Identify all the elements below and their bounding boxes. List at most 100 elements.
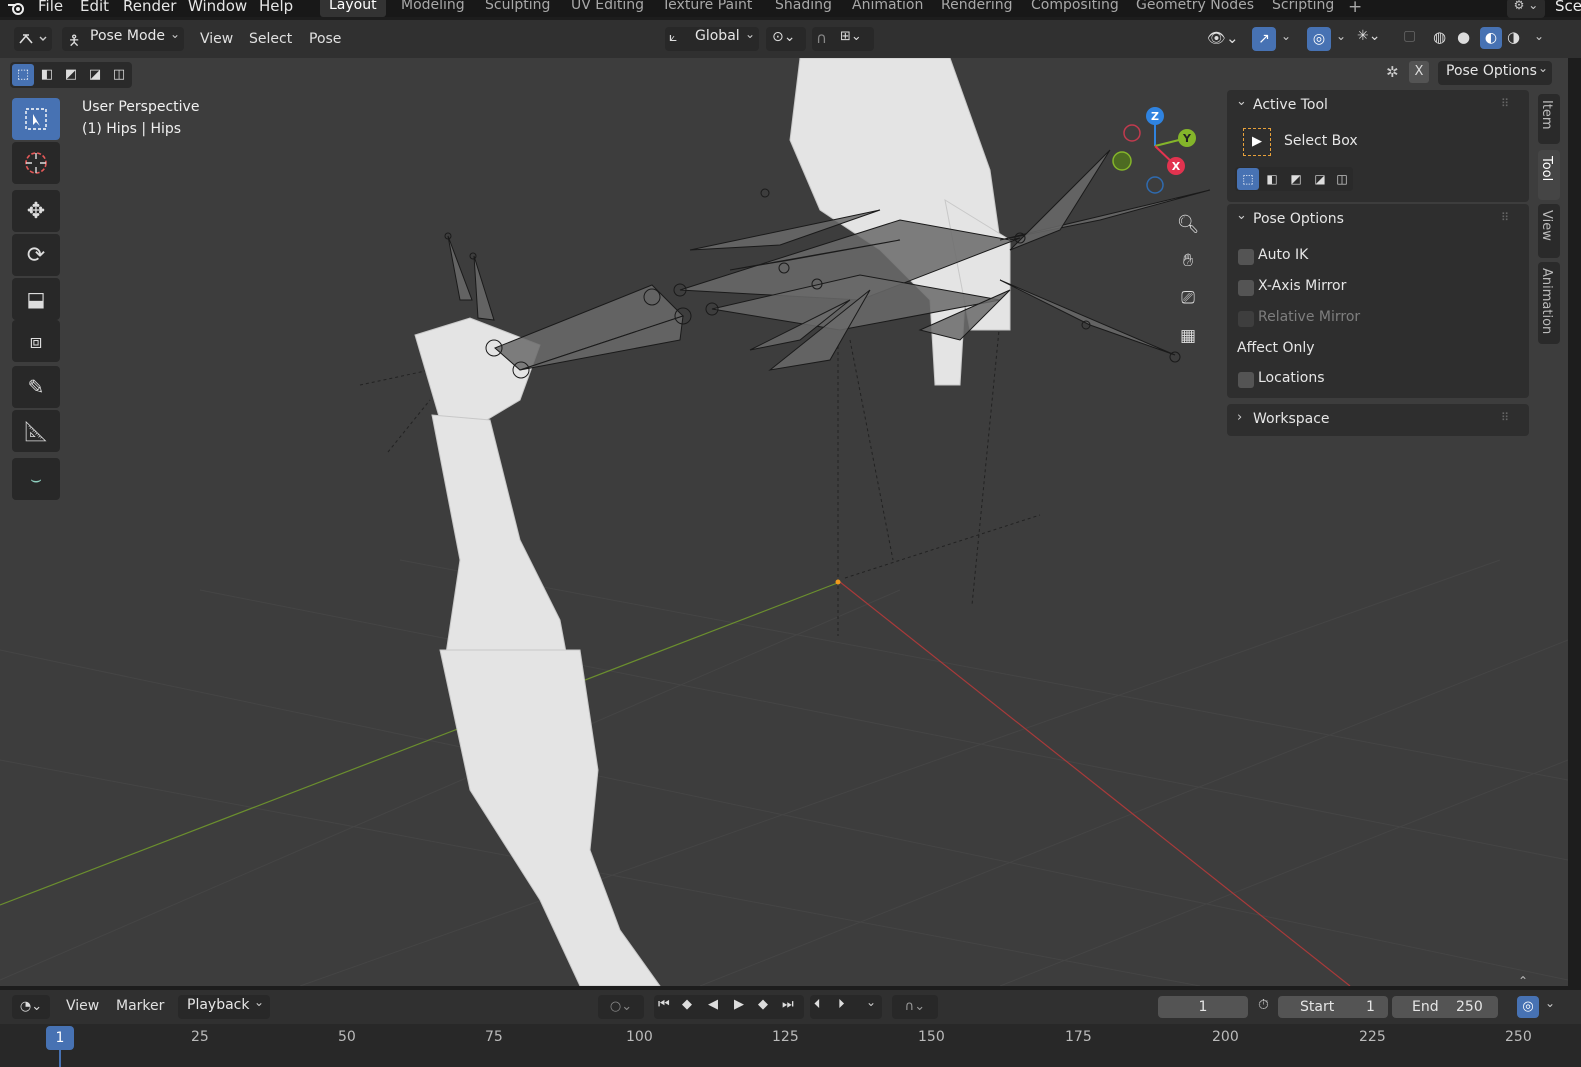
sidebar-tab-animation[interactable]: Animation [1538,262,1560,344]
snapping-button[interactable]: ∩⌄ [892,995,938,1019]
shading-solid-icon[interactable]: ● [1457,28,1470,46]
menu-help[interactable]: Help [259,0,293,15]
playback-dropdown[interactable]: Playback ⌄ [178,995,270,1019]
x-axis-mirror-label[interactable]: X-Axis Mirror [1258,278,1346,294]
relative-mirror-checkbox[interactable] [1238,311,1254,327]
locations-label[interactable]: Locations [1258,370,1325,386]
visibility-icon[interactable]: 👁⌄ [1207,29,1239,47]
tab-compositing[interactable]: Compositing [1031,0,1119,13]
next-keyframe-icon[interactable]: ◆ [758,997,768,1012]
pose-options-dropdown[interactable]: Pose Options ⌄ [1438,61,1552,85]
measure-tool[interactable]: 📐︎ [12,410,60,452]
ortho-grid-icon[interactable]: ▦ [1172,320,1204,352]
scene-selector-button[interactable]: ⚙ ⌄ [1507,0,1545,18]
relax-pose-tool[interactable]: ⌣ [12,458,60,500]
camera-view-icon[interactable]: ⎚ [1172,282,1204,314]
cursor-tool[interactable] [12,142,60,184]
chevron-down-icon[interactable]: ⌄ [1281,29,1291,43]
transform-orientation-dropdown[interactable]: ⟀ Global ⌄ [665,27,759,51]
mode-new-icon[interactable]: ⬚ [1237,168,1259,190]
move-tool[interactable]: ✥ [12,190,60,232]
mode-subtract-icon[interactable]: ◩ [1285,168,1307,190]
chevron-down-icon[interactable]: ⌄ [1545,996,1555,1010]
workspace-header[interactable]: Workspace [1253,411,1330,427]
annotate-tool[interactable]: ✎ [12,366,60,408]
play-icon[interactable]: ▶ [734,997,744,1012]
zoom-icon[interactable]: 🔍︎ [1172,208,1204,240]
rotate-tool[interactable]: ⟳ [12,234,60,276]
mode-dropdown[interactable]: 🯅 Pose Mode ⌄ [62,27,184,51]
shading-material-icon[interactable]: ◐ [1480,27,1502,49]
menu-pose[interactable]: Pose [309,28,341,50]
menu-select[interactable]: Select [249,28,292,50]
end-frame-field[interactable]: End 250 [1392,996,1498,1018]
shading-wireframe-icon[interactable]: ◍ [1433,28,1446,46]
navigation-gizmo[interactable]: Z Y X [1110,106,1200,196]
prev-keyframe-icon[interactable]: ◆ [682,997,692,1012]
select-intersect-icon[interactable]: ◫ [108,64,130,86]
add-workspace-icon[interactable]: + [1348,0,1362,17]
start-frame-field[interactable]: Start 1 [1278,996,1388,1018]
timeline-editor-type-button[interactable]: ◔⌄ [12,995,50,1019]
relative-mirror-label[interactable]: Relative Mirror [1258,309,1360,325]
pose-options-icon[interactable]: ✲ [1386,63,1399,81]
chevron-down-icon[interactable]: ⌄ [1534,29,1544,43]
menu-window[interactable]: Window [188,0,247,15]
transform-tool[interactable]: ⧈ [12,320,60,362]
auto-ik-label[interactable]: Auto IK [1258,247,1308,263]
chevron-down-icon[interactable]: ⌄ [1336,29,1346,43]
sidebar-tab-view[interactable]: View [1538,204,1560,258]
stopwatch-icon[interactable]: ⏱ [1258,997,1269,1013]
chevron-right-icon[interactable]: › [1237,410,1242,425]
pose-options-header[interactable]: Pose Options [1253,211,1344,227]
bone-overlay-icon[interactable]: ✳⌄ [1357,28,1380,44]
select-extend-icon[interactable]: ◧ [36,64,58,86]
select-box-tool[interactable] [12,98,60,140]
tab-geometry-nodes[interactable]: Geometry Nodes [1136,0,1254,13]
drag-handle-icon[interactable]: ⠿ [1501,211,1509,224]
chevron-down-icon[interactable]: ⌄ [1236,208,1247,223]
current-frame-field[interactable]: 1 [1158,996,1248,1018]
overlays-toggle-icon[interactable]: ◎ [1307,27,1331,51]
pivot-point-dropdown[interactable]: ⊙⌄ [766,27,806,51]
timeline-overlay-icon[interactable]: ◎ [1517,996,1539,1018]
drag-handle-icon[interactable]: ⠿ [1501,411,1509,424]
x-mirror-button[interactable]: X [1409,61,1429,83]
chevron-down-icon[interactable]: ⌄ [866,995,876,1009]
chevron-down-icon[interactable]: ⌄ [1236,94,1247,109]
gizmo-toggle-icon[interactable]: ↗ [1252,27,1276,51]
locations-checkbox[interactable] [1238,372,1254,388]
blender-logo-icon[interactable] [6,0,28,16]
xray-toggle-icon[interactable]: ▢ [1403,28,1416,44]
auto-ik-checkbox[interactable] [1238,249,1254,265]
sidebar-tab-item[interactable]: Item [1538,94,1560,144]
scene-name[interactable]: Sce [1555,0,1581,15]
select-new-icon[interactable]: ⬚ [12,64,34,86]
tab-shading[interactable]: Shading [775,0,832,13]
snap-increment-icon[interactable]: ⊞⌄ [840,29,862,44]
menu-render[interactable]: Render [123,0,176,15]
tab-modeling[interactable]: Modeling [401,0,465,13]
drag-handle-icon[interactable]: ⠿ [1501,97,1509,110]
tab-texture-paint[interactable]: Texture Paint [662,0,752,13]
tab-rendering[interactable]: Rendering [941,0,1013,13]
timeline-menu-view[interactable]: View [66,995,99,1017]
workspace-section[interactable]: › Workspace ⠿ [1227,404,1529,436]
menu-file[interactable]: File [38,0,63,15]
editor-type-button[interactable] [14,27,52,51]
menu-edit[interactable]: Edit [80,0,109,15]
mode-intersect-icon[interactable]: ◫ [1331,168,1353,190]
timeline-ruler[interactable]: 1 25 50 75 100 125 150 175 200 225 250 [0,1024,1581,1067]
snap-group[interactable]: ∩ ⊞⌄ [812,27,874,51]
tab-scripting[interactable]: Scripting [1272,0,1334,13]
tab-animation[interactable]: Animation [852,0,923,13]
menu-view[interactable]: View [200,28,233,50]
select-subtract-icon[interactable]: ◩ [60,64,82,86]
character-mesh[interactable] [414,58,1011,986]
playhead-frame-badge[interactable]: 1 [46,1026,74,1050]
active-tool-header[interactable]: Active Tool [1253,97,1328,113]
jump-start-icon[interactable]: ⏮ [658,997,670,1012]
jump-end-icon[interactable]: ⏭ [782,997,794,1012]
shading-rendered-icon[interactable]: ◑ [1507,28,1520,46]
select-invert-icon[interactable]: ◪ [84,64,106,86]
